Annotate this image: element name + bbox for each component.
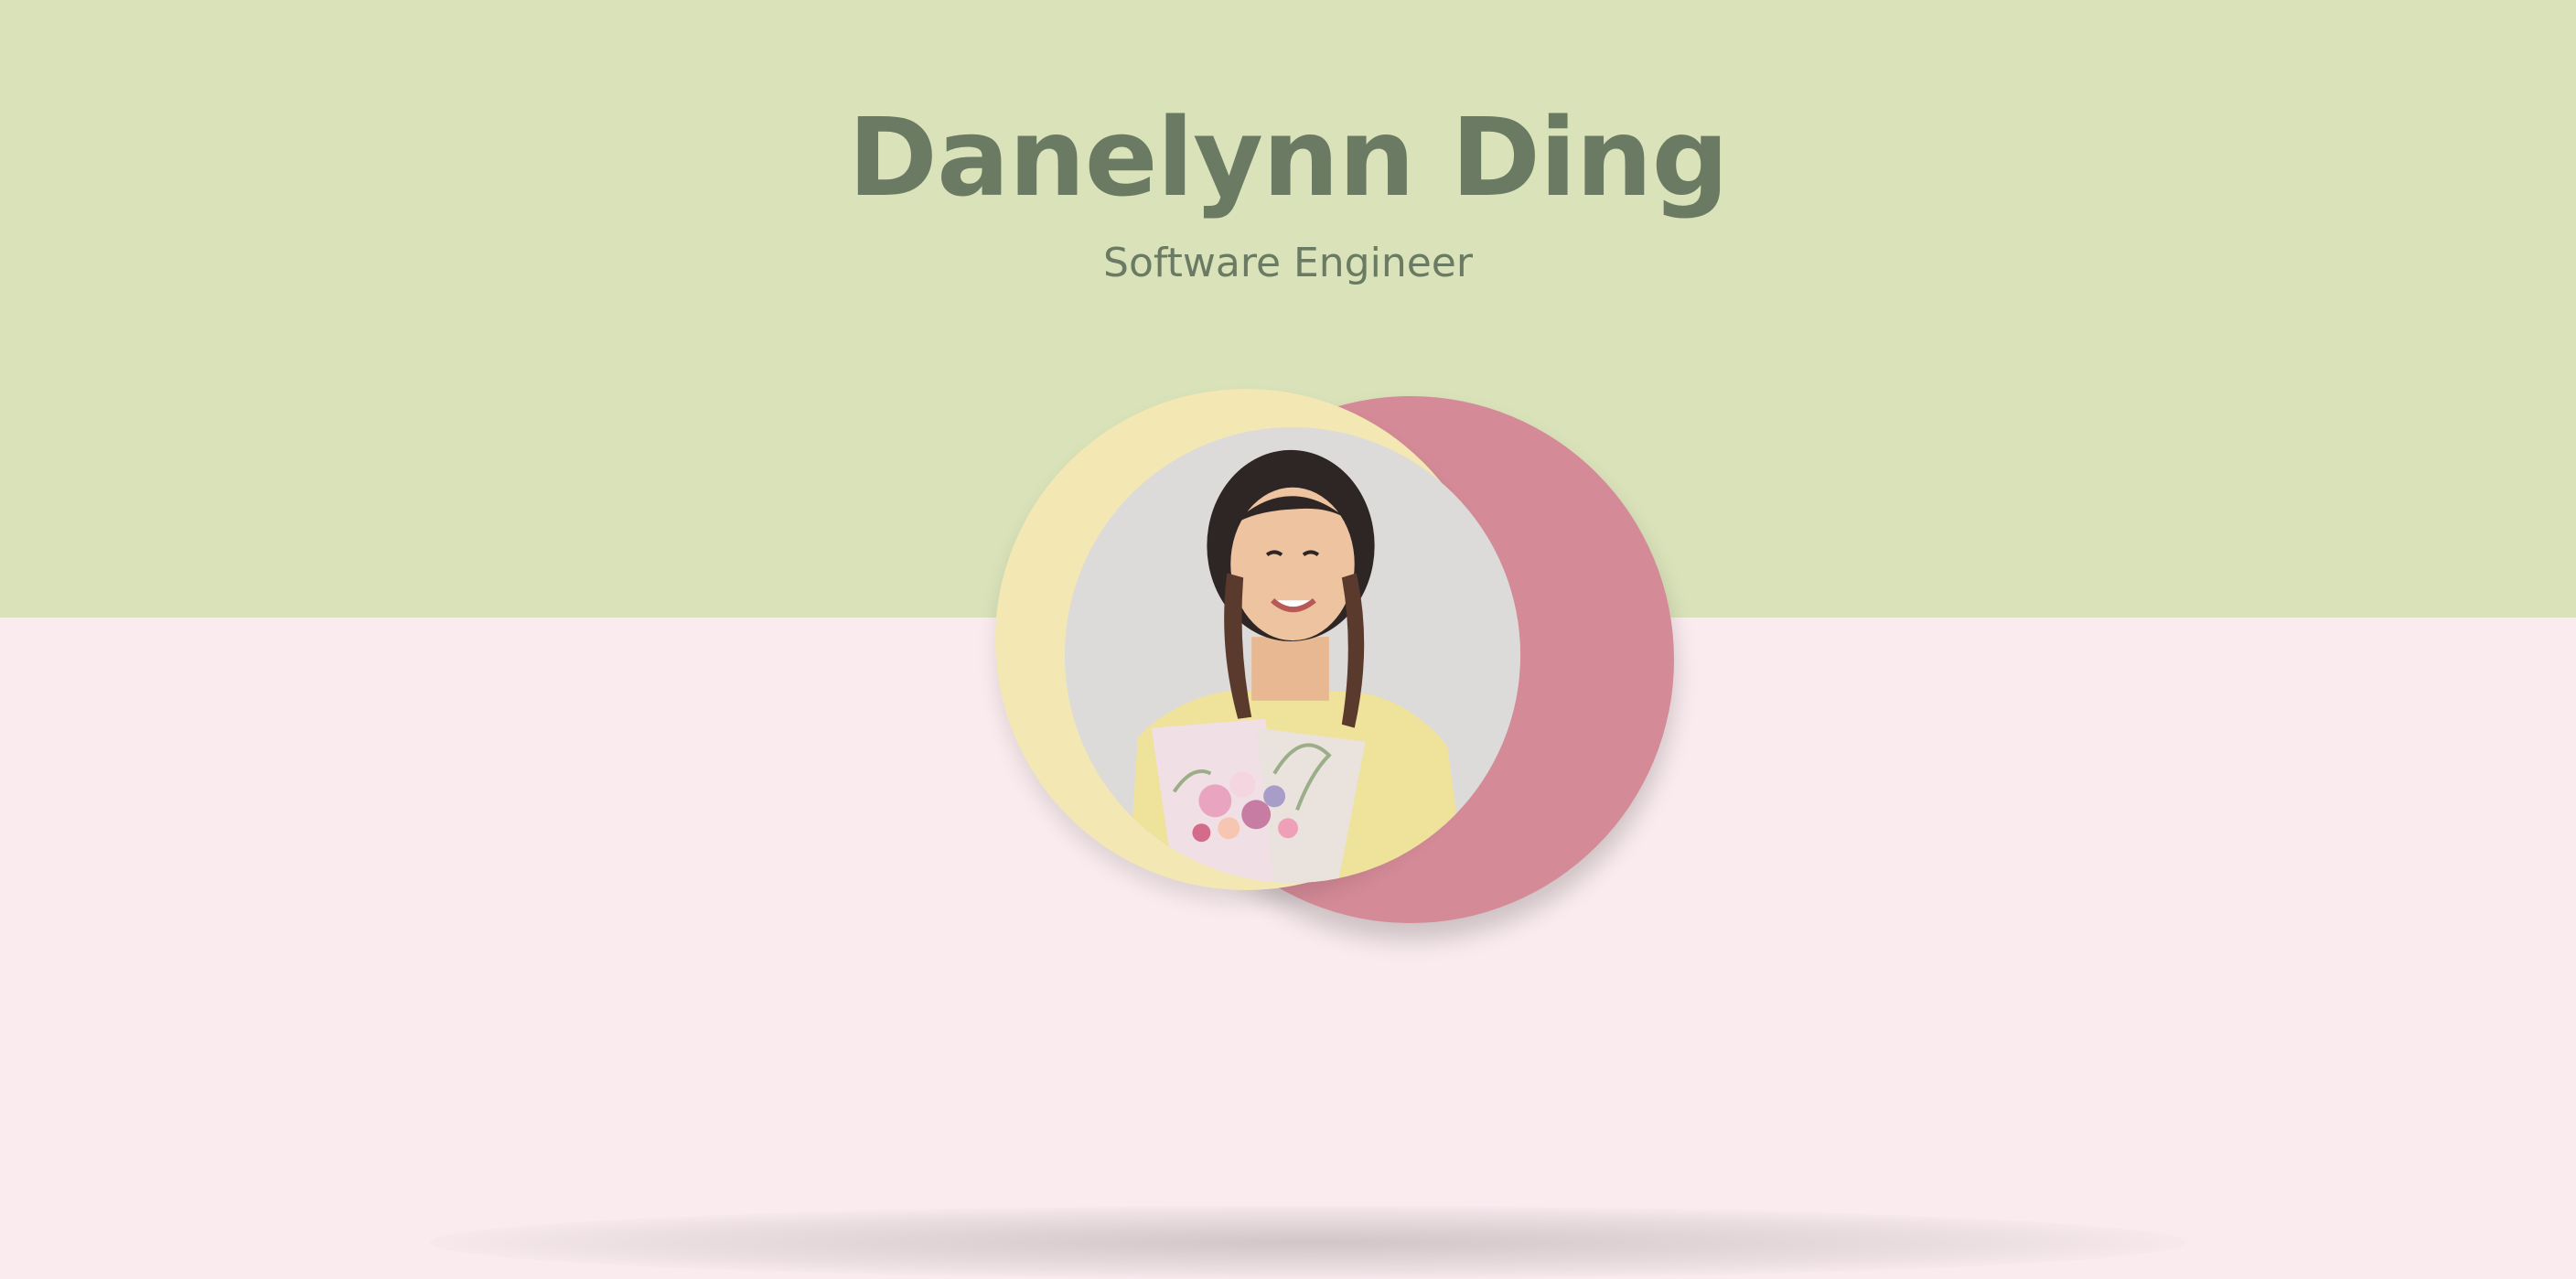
job-title: Software Engineer xyxy=(1103,240,1473,286)
profile-photo-illustration xyxy=(1065,427,1520,883)
page-title: Danelynn Ding xyxy=(848,94,1729,220)
profile-photo xyxy=(1065,427,1520,883)
content-card-shadow xyxy=(430,1206,2186,1279)
avatar xyxy=(995,389,1674,938)
